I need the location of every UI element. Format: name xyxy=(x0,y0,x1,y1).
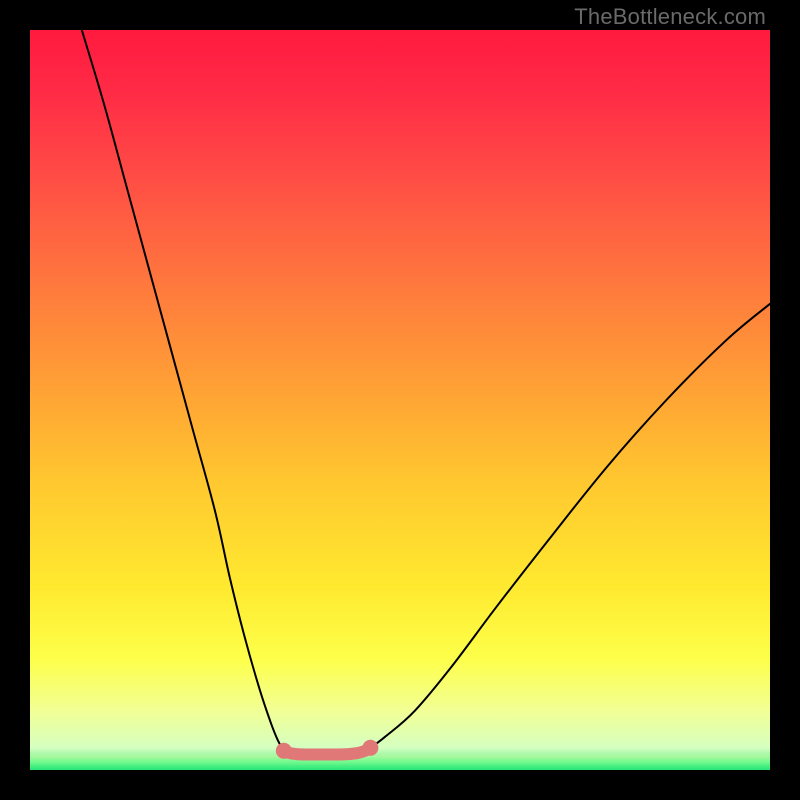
right-branch-line xyxy=(370,304,770,748)
plot-area xyxy=(30,30,770,770)
valley-left-dot xyxy=(276,743,292,759)
watermark-text: TheBottleneck.com xyxy=(574,4,766,30)
chart-frame: TheBottleneck.com xyxy=(0,0,800,800)
valley-floor-line xyxy=(284,748,371,755)
valley-right-dot xyxy=(362,740,378,756)
curve-layer xyxy=(30,30,770,770)
left-branch-line xyxy=(82,30,284,751)
